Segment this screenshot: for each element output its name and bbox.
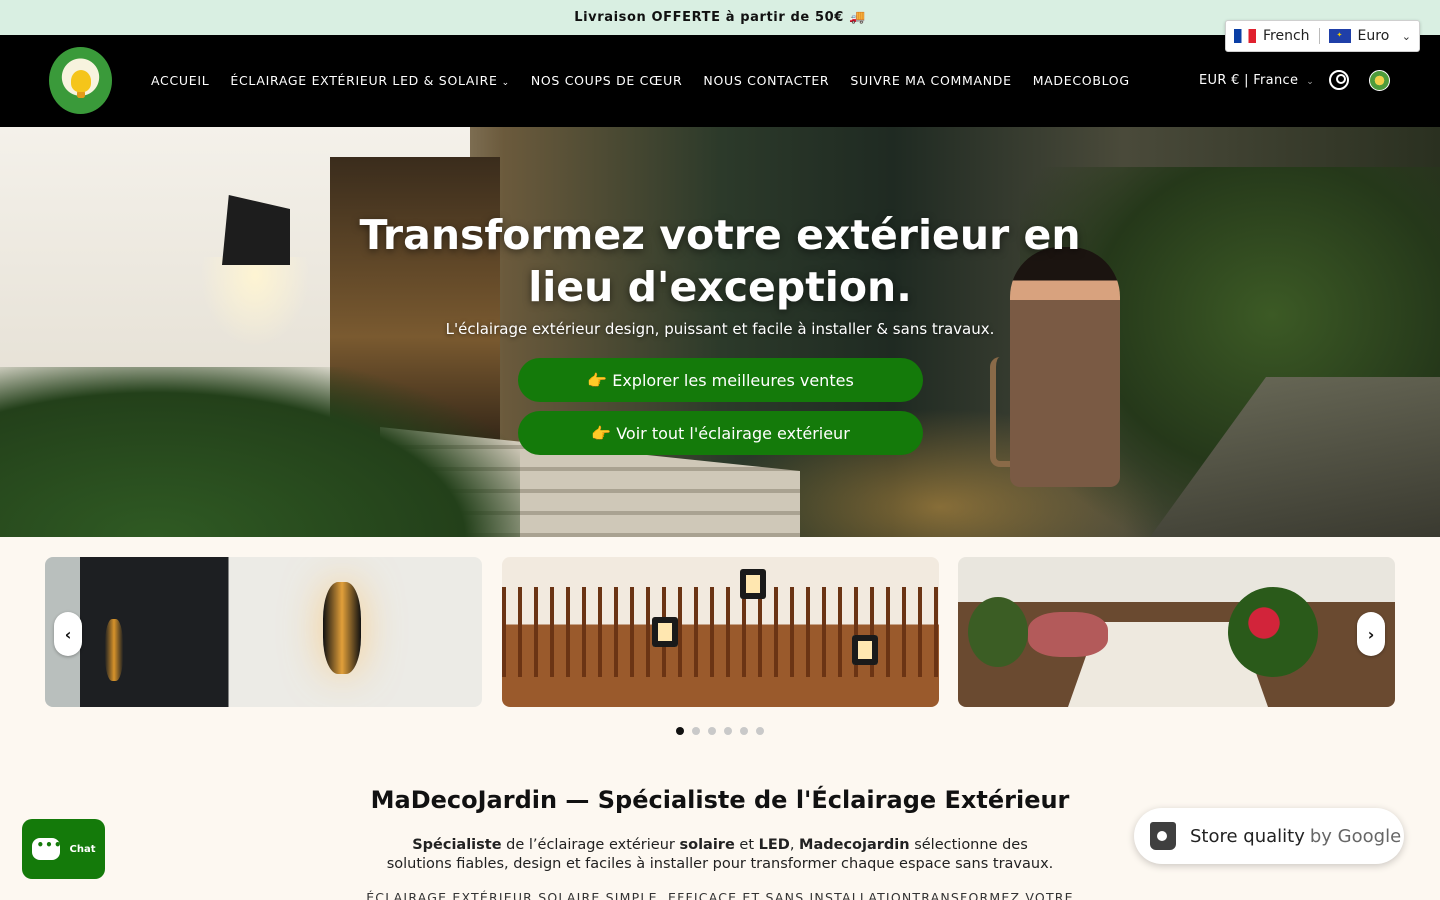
body-text: de l’éclairage extérieur — [501, 837, 680, 853]
carousel-prev-button[interactable]: ‹ — [54, 612, 82, 656]
floor-pillow — [1028, 612, 1108, 657]
chevron-right-icon: › — [1367, 624, 1375, 644]
language-currency-picker[interactable]: French Euro ⌄ — [1225, 20, 1420, 52]
section-title: MaDecoJardin — Spécialiste de l'Éclairag… — [370, 786, 1070, 814]
chat-label: Chat — [69, 843, 96, 855]
carousel-dot[interactable] — [756, 727, 764, 735]
eu-flag-icon — [1328, 29, 1351, 43]
post-light — [652, 617, 678, 647]
body-strong: solaire — [679, 837, 735, 853]
carousel-dot[interactable] — [724, 727, 732, 735]
image-carousel: ‹ › — [0, 537, 1440, 757]
main-nav: ACCUEIL ÉCLAIRAGE EXTÉRIEUR LED & SOLAIR… — [151, 73, 1151, 88]
hero-subtitle: L'éclairage extérieur design, puissant e… — [445, 320, 995, 338]
site-logo[interactable] — [49, 47, 112, 114]
nav-item-suivre-commande[interactable]: SUIVRE MA COMMANDE — [850, 73, 1011, 88]
cart-icon[interactable] — [1369, 70, 1390, 91]
body-strong: LED — [758, 837, 790, 853]
site-header: ACCUEIL ÉCLAIRAGE EXTÉRIEUR LED & SOLAIR… — [0, 35, 1440, 127]
badge-by: by Google — [1309, 825, 1402, 847]
body-text: , — [789, 837, 800, 853]
badge-text: Store quality — [1190, 825, 1305, 847]
nav-item-coups-de-coeur[interactable]: NOS COUPS DE CŒUR — [531, 73, 683, 88]
wall-light — [323, 582, 361, 674]
nav-item-contact[interactable]: NOUS CONTACTER — [703, 73, 829, 88]
google-store-quality-badge[interactable]: Store quality by Google — [1134, 808, 1404, 864]
carousel-dot[interactable] — [676, 727, 684, 735]
announcement-bar: Livraison OFFERTE à partir de 50€ 🚚 — [0, 0, 1440, 35]
carousel-dots — [676, 727, 764, 735]
announcement-text: Livraison OFFERTE à partir de 50€ 🚚 — [574, 10, 866, 25]
nav-item-accueil[interactable]: ACCUEIL — [151, 73, 209, 88]
language-label: French — [1263, 28, 1310, 44]
body-strong: Spécialiste — [412, 837, 502, 853]
nav-item-label: ÉCLAIRAGE EXTÉRIEUR LED & SOLAIRE — [230, 73, 498, 88]
hero-plants-left — [0, 367, 520, 537]
explore-best-sellers-button[interactable]: 👉 Explorer les meilleures ventes — [518, 358, 923, 402]
post-light — [740, 569, 766, 599]
section-subheading: ÉCLAIRAGE EXTÉRIEUR SOLAIRE SIMPLE, EFFI… — [366, 890, 1074, 900]
body-strong: Madecojardin — [799, 837, 910, 853]
lamp-glow — [200, 257, 310, 347]
shopping-bag-icon — [1150, 822, 1176, 850]
france-flag-icon — [1234, 29, 1256, 43]
potted-plant — [968, 597, 1028, 667]
post-light — [852, 635, 878, 665]
nav-item-blog[interactable]: MADECOBLOG — [1033, 73, 1130, 88]
carousel-slide[interactable] — [502, 557, 939, 707]
lightbulb-icon — [70, 69, 91, 92]
region-selector[interactable]: EUR € | France ⌄ — [1199, 73, 1314, 88]
body-text: et — [734, 837, 759, 853]
carousel-dot[interactable] — [708, 727, 716, 735]
carousel-slide[interactable] — [45, 557, 482, 707]
account-icon[interactable] — [1329, 70, 1349, 90]
wall-light — [105, 619, 123, 681]
chevron-left-icon: ‹ — [64, 624, 72, 644]
chevron-down-icon: ⌄ — [1401, 29, 1411, 43]
chat-button[interactable]: Chat — [22, 819, 105, 879]
chat-bubble-icon — [31, 838, 63, 860]
flower-pot — [1228, 587, 1318, 677]
region-label: EUR € | France — [1199, 73, 1299, 88]
carousel-dot[interactable] — [740, 727, 748, 735]
divider — [1318, 28, 1320, 44]
section-body: Spécialiste de l’éclairage extérieur sol… — [380, 836, 1060, 874]
hero-title: Transformez votre extérieur en lieu d'ex… — [359, 211, 1081, 311]
currency-label: Euro — [1357, 28, 1390, 44]
nav-item-eclairage[interactable]: ÉCLAIRAGE EXTÉRIEUR LED & SOLAIRE ⌄ — [230, 73, 509, 88]
view-all-lighting-button[interactable]: 👉 Voir tout l'éclairage extérieur — [518, 411, 923, 455]
chevron-down-icon: ⌄ — [501, 78, 510, 88]
carousel-dot[interactable] — [692, 727, 700, 735]
chevron-down-icon: ⌄ — [1306, 77, 1315, 87]
hero-banner: Transformez votre extérieur en lieu d'ex… — [0, 127, 1440, 537]
carousel-slide[interactable] — [958, 557, 1395, 707]
carousel-next-button[interactable]: › — [1357, 612, 1385, 656]
